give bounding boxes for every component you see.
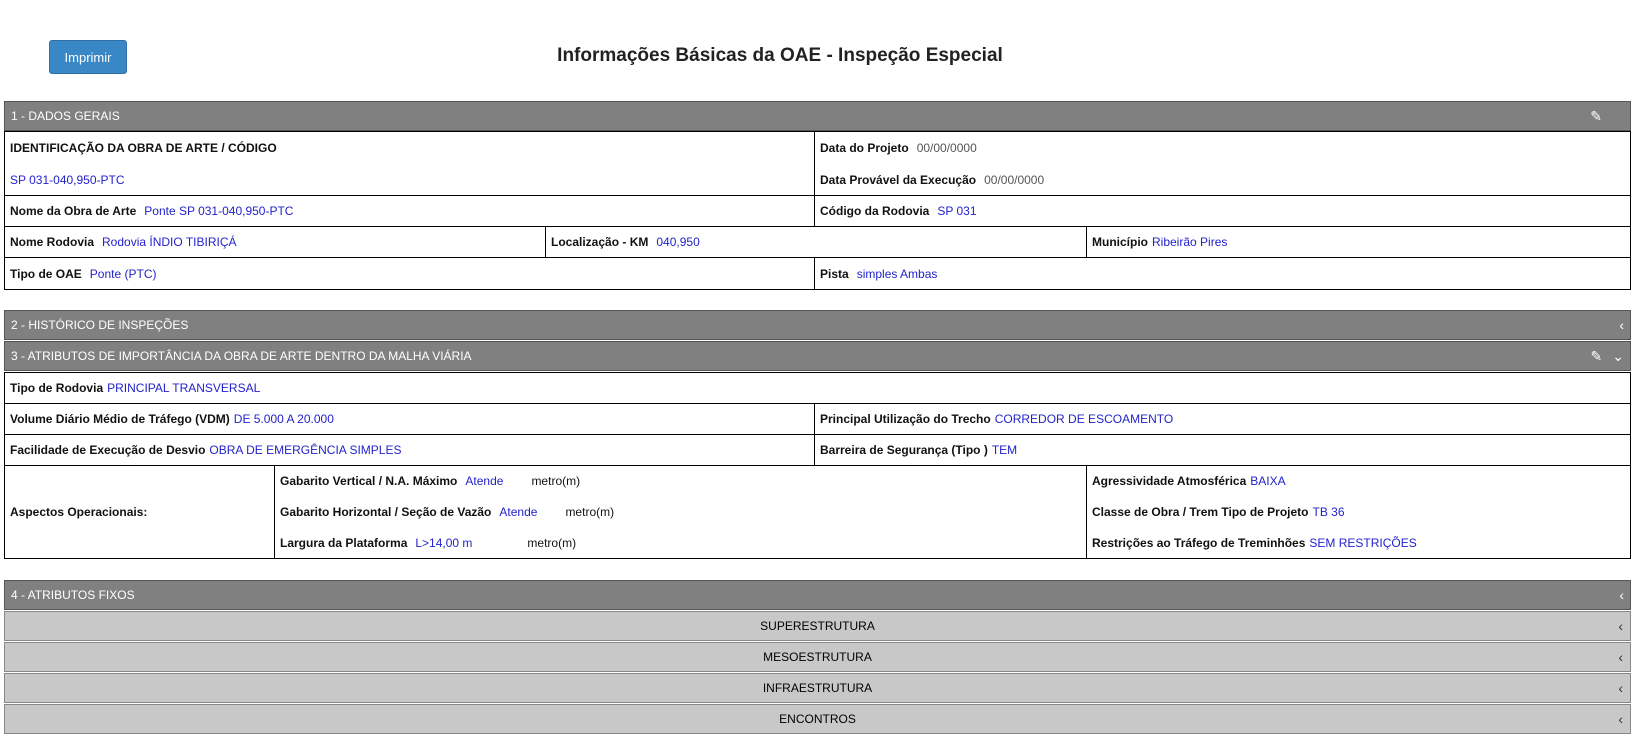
- data-projeto-label: Data do Projeto: [820, 141, 909, 155]
- section-2-header[interactable]: 2 - HISTÓRICO DE INSPEÇÕES ‹: [4, 310, 1631, 340]
- nome-obra-cell: Nome da Obra de Arte Ponte SP 031-040,95…: [4, 195, 815, 227]
- subsection-label: SUPERESTRUTURA: [760, 619, 875, 633]
- pencil-icon[interactable]: ✎: [1590, 109, 1602, 123]
- classe-label: Classe de Obra / Trem Tipo de Projeto: [1092, 504, 1309, 519]
- tipo-rodovia-value: PRINCIPAL TRANSVERSAL: [107, 381, 261, 395]
- subsection-label: MESOESTRUTURA: [763, 650, 872, 664]
- largura-value: L>14,00 m: [415, 535, 473, 550]
- subsection-infraestrutura[interactable]: INFRAESTRUTURA ‹: [4, 673, 1631, 703]
- desvio-value: OBRA DE EMERGÊNCIA SIMPLES: [209, 443, 402, 457]
- gab-vertical-unit: metro(m): [531, 474, 581, 488]
- municipio-label: Município: [1092, 235, 1148, 249]
- utilizacao-cell: Principal Utilização do Trecho CORREDOR …: [814, 403, 1631, 435]
- tipo-rodovia-cell: Tipo de Rodovia PRINCIPAL TRANSVERSAL: [4, 372, 1631, 404]
- chevron-left-icon[interactable]: ‹: [1618, 680, 1623, 696]
- barreira-label: Barreira de Segurança (Tipo ): [820, 443, 988, 457]
- classe-cell: Classe de Obra / Trem Tipo de Projeto TB…: [1086, 496, 1631, 528]
- tipo-rodovia-label: Tipo de Rodovia: [10, 381, 104, 395]
- codigo-rodovia-label: Código da Rodovia: [820, 204, 930, 218]
- data-projeto-cell: Data do Projeto 00/00/0000: [814, 131, 1631, 165]
- utilizacao-value: CORREDOR DE ESCOAMENTO: [994, 412, 1174, 426]
- chevron-down-icon[interactable]: ⌄: [1612, 349, 1624, 363]
- ident-cell: IDENTIFICAÇÃO DA OBRA DE ARTE / CÓDIGO S…: [4, 131, 815, 196]
- localizacao-cell: Localização - KM 040,950: [545, 226, 1087, 258]
- chevron-left-icon[interactable]: ‹: [1619, 588, 1624, 602]
- gab-horizontal-cell: Gabarito Horizontal / Seção de Vazão Ate…: [274, 496, 1087, 528]
- data-execucao-value: 00/00/0000: [984, 172, 1045, 187]
- chevron-left-icon[interactable]: ‹: [1618, 711, 1623, 727]
- classe-value: TB 36: [1312, 504, 1345, 519]
- section-1-header[interactable]: 1 - DADOS GERAIS ✎: [4, 101, 1631, 131]
- chevron-left-icon[interactable]: ‹: [1619, 318, 1624, 332]
- largura-label: Largura da Plataforma: [280, 535, 408, 550]
- pista-value: simples Ambas: [856, 266, 938, 281]
- data-execucao-label: Data Provável da Execução: [820, 172, 977, 187]
- desvio-cell: Facilidade de Execução de Desvio OBRA DE…: [4, 434, 815, 466]
- largura-cell: Largura da Plataforma L>14,00 m metro(m): [274, 527, 1087, 559]
- subsection-mesoestrutura[interactable]: MESOESTRUTURA ‹: [4, 642, 1631, 672]
- section-3-title: 3 - ATRIBUTOS DE IMPORTÂNCIA DA OBRA DE …: [11, 349, 472, 363]
- data-projeto-value: 00/00/0000: [916, 141, 977, 155]
- agressividade-cell: Agressividade Atmosférica BAIXA: [1086, 465, 1631, 497]
- subsection-label: INFRAESTRUTURA: [762, 681, 873, 695]
- section-3-header[interactable]: 3 - ATRIBUTOS DE IMPORTÂNCIA DA OBRA DE …: [4, 341, 1631, 371]
- ident-label: IDENTIFICAÇÃO DA OBRA DE ARTE / CÓDIGO: [10, 140, 277, 155]
- localizacao-label: Localização - KM: [551, 235, 649, 249]
- vdm-cell: Volume Diário Médio de Tráfego (VDM) DE …: [4, 403, 815, 435]
- utilizacao-label: Principal Utilização do Trecho: [820, 412, 991, 426]
- nome-obra-label: Nome da Obra de Arte: [10, 204, 137, 218]
- codigo-rodovia-value: SP 031: [937, 204, 977, 218]
- pista-cell: Pista simples Ambas: [814, 257, 1631, 290]
- section-4-title: 4 - ATRIBUTOS FIXOS: [11, 588, 135, 602]
- page-title: Informações Básicas da OAE - Inspeção Es…: [557, 45, 1003, 66]
- pista-label: Pista: [820, 266, 849, 281]
- codigo-rodovia-cell: Código da Rodovia SP 031: [814, 195, 1631, 227]
- pencil-icon[interactable]: ✎: [1591, 349, 1603, 363]
- chevron-left-icon[interactable]: ‹: [1618, 618, 1623, 634]
- nome-obra-value: Ponte SP 031-040,950-PTC: [144, 204, 294, 218]
- barreira-cell: Barreira de Segurança (Tipo ) TEM: [814, 434, 1631, 466]
- agressividade-label: Agressividade Atmosférica: [1092, 474, 1247, 488]
- tipo-oae-value: Ponte (PTC): [89, 266, 157, 281]
- vdm-label: Volume Diário Médio de Tráfego (VDM): [10, 412, 230, 426]
- restricoes-value: SEM RESTRIÇÕES: [1309, 535, 1417, 550]
- restricoes-cell: Restrições ao Tráfego de Treminhões SEM …: [1086, 527, 1631, 559]
- aspectos-label: Aspectos Operacionais:: [10, 505, 148, 519]
- ident-value: SP 031-040,950-PTC: [10, 172, 125, 187]
- vdm-value: DE 5.000 A 20.000: [233, 412, 334, 426]
- barreira-value: TEM: [991, 443, 1018, 457]
- gab-horizontal-unit: metro(m): [565, 504, 615, 519]
- section-2-title: 2 - HISTÓRICO DE INSPEÇÕES: [11, 318, 189, 332]
- section-1-title: 1 - DADOS GERAIS: [11, 109, 120, 123]
- aspectos-cell: Aspectos Operacionais:: [4, 465, 275, 559]
- subsection-label: ENCONTROS: [779, 712, 856, 726]
- desvio-label: Facilidade de Execução de Desvio: [10, 443, 206, 457]
- municipio-cell: Município Ribeirão Pires: [1086, 226, 1631, 258]
- gab-horizontal-value: Atende: [499, 504, 538, 519]
- agressividade-value: BAIXA: [1250, 474, 1286, 488]
- section-4-header[interactable]: 4 - ATRIBUTOS FIXOS ‹: [4, 580, 1631, 610]
- gab-vertical-cell: Gabarito Vertical / N.A. Máximo Atende m…: [274, 465, 1087, 497]
- tipo-oae-cell: Tipo de OAE Ponte (PTC): [4, 257, 815, 290]
- gab-vertical-label: Gabarito Vertical / N.A. Máximo: [280, 474, 458, 488]
- subsection-encontros[interactable]: ENCONTROS ‹: [4, 704, 1631, 734]
- gab-horizontal-label: Gabarito Horizontal / Seção de Vazão: [280, 504, 492, 519]
- municipio-value: Ribeirão Pires: [1152, 235, 1228, 249]
- nome-rodovia-label: Nome Rodovia: [10, 235, 95, 249]
- subsection-superestrutura[interactable]: SUPERESTRUTURA ‹: [4, 611, 1631, 641]
- localizacao-value: 040,950: [656, 235, 700, 249]
- data-execucao-cell: Data Provável da Execução 00/00/0000: [814, 164, 1631, 196]
- nome-rodovia-cell: Nome Rodovia Rodovia ÍNDIO TIBIRIÇÁ: [4, 226, 546, 258]
- largura-unit: metro(m): [527, 535, 577, 550]
- nome-rodovia-value: Rodovia ÍNDIO TIBIRIÇÁ: [102, 235, 237, 249]
- restricoes-label: Restrições ao Tráfego de Treminhões: [1092, 535, 1306, 550]
- chevron-left-icon[interactable]: ‹: [1618, 649, 1623, 665]
- gab-vertical-value: Atende: [465, 474, 504, 488]
- tipo-oae-label: Tipo de OAE: [10, 266, 82, 281]
